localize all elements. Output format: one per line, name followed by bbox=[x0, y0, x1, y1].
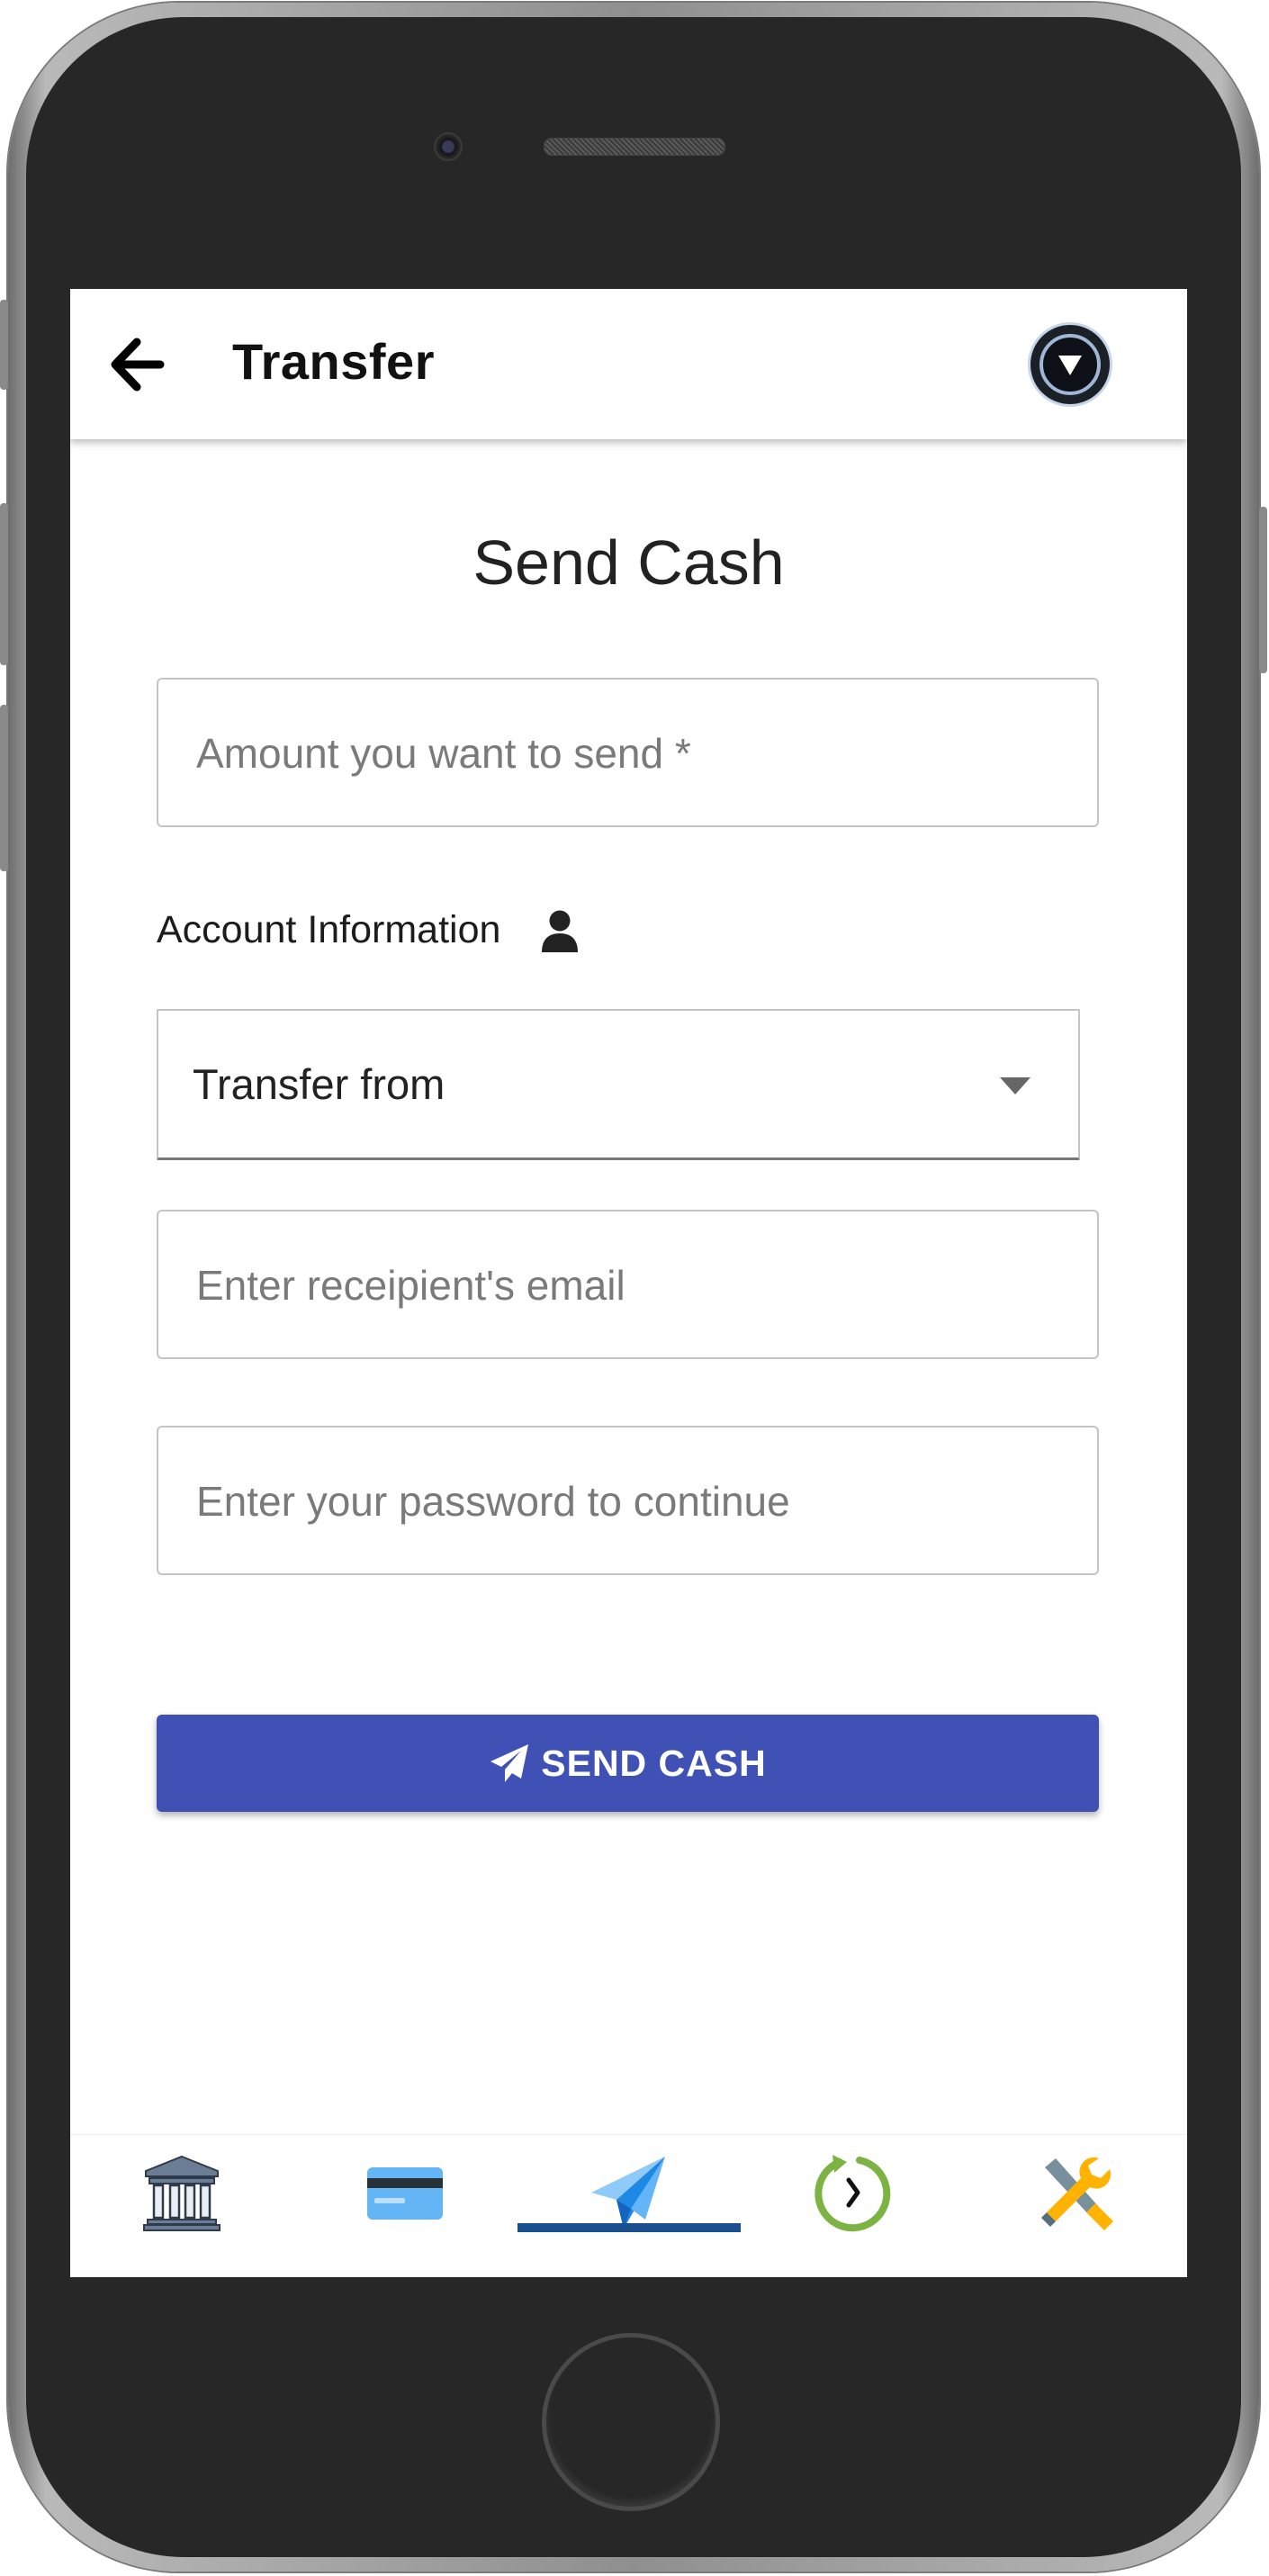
nav-tab-settings[interactable] bbox=[964, 2135, 1187, 2277]
amount-input[interactable] bbox=[194, 680, 1062, 827]
arrow-left-icon bbox=[111, 338, 165, 392]
side-button-power bbox=[1259, 507, 1267, 673]
transfer-from-select[interactable]: Transfer from bbox=[157, 1009, 1080, 1160]
back-button[interactable] bbox=[108, 337, 167, 392]
send-cash-button-label: SEND CASH bbox=[541, 1742, 767, 1784]
nav-tab-history[interactable] bbox=[741, 2135, 964, 2277]
home-button[interactable] bbox=[542, 2333, 720, 2511]
paper-plane-icon bbox=[591, 2157, 665, 2229]
front-camera bbox=[434, 132, 463, 161]
credit-card-icon bbox=[367, 2167, 443, 2220]
password-field[interactable] bbox=[157, 1426, 1099, 1575]
page-title: Transfer bbox=[232, 333, 435, 390]
nav-tab-transfer[interactable] bbox=[518, 2135, 741, 2277]
recipient-email-field[interactable] bbox=[157, 1210, 1099, 1359]
bank-icon bbox=[143, 2155, 220, 2231]
side-button-silent bbox=[0, 300, 8, 390]
password-input[interactable] bbox=[194, 1428, 1062, 1575]
send-cash-heading: Send Cash bbox=[472, 527, 785, 598]
send-cash-button[interactable]: SEND CASH bbox=[157, 1715, 1099, 1812]
nav-tab-accounts[interactable] bbox=[70, 2135, 293, 2277]
nav-tab-cards[interactable] bbox=[293, 2135, 517, 2277]
transfer-from-value: Transfer from bbox=[193, 1060, 446, 1108]
app-bar: Transfer bbox=[70, 289, 1187, 439]
paper-plane-icon bbox=[490, 1744, 529, 1782]
side-button-volume-up bbox=[0, 503, 8, 665]
recipient-email-input[interactable] bbox=[194, 1211, 1062, 1359]
amount-field[interactable] bbox=[157, 678, 1099, 827]
history-clock-icon bbox=[814, 2155, 891, 2232]
earpiece-speaker bbox=[544, 138, 725, 156]
person-icon bbox=[542, 910, 578, 952]
profile-menu-icon bbox=[1040, 334, 1101, 395]
bottom-navigation bbox=[70, 2134, 1187, 2277]
tools-icon bbox=[1041, 2157, 1113, 2230]
chevron-down-icon bbox=[1000, 1077, 1030, 1094]
profile-menu-button[interactable] bbox=[1028, 322, 1112, 407]
active-tab-indicator bbox=[518, 2223, 741, 2232]
account-information-label: Account Information bbox=[157, 908, 501, 951]
side-button-volume-down bbox=[0, 705, 8, 871]
app-screen: Transfer Send Cash Account Information T… bbox=[70, 289, 1187, 2277]
